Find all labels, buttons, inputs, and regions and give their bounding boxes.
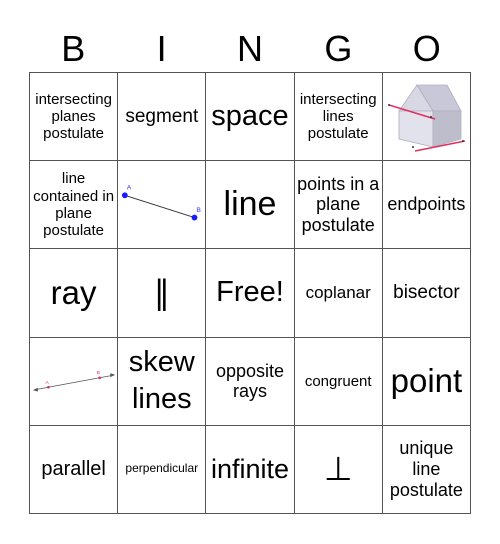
cell-text: opposite rays xyxy=(215,360,285,402)
cell-text: segment xyxy=(125,105,199,127)
point-label: A xyxy=(46,380,50,386)
bingo-cell[interactable]: unique line postulate xyxy=(382,425,471,514)
cell-text: infinite xyxy=(210,453,290,484)
cell-text: line contained in plane postulate xyxy=(33,170,115,240)
bingo-cell[interactable]: endpoints xyxy=(382,161,471,250)
bingo-cell[interactable]: coplanar xyxy=(294,249,383,338)
bingo-cell[interactable] xyxy=(382,73,471,162)
cell-text: ⊥ xyxy=(323,450,353,488)
bingo-cell[interactable]: point xyxy=(382,337,471,426)
cell-text: bisector xyxy=(393,282,460,304)
bingo-cell[interactable]: bisector xyxy=(382,249,471,338)
cell-text: endpoints xyxy=(387,194,466,215)
cell-text: coplanar xyxy=(305,283,371,303)
header-letter-o: O xyxy=(412,28,441,69)
bingo-cell[interactable]: intersecting planes postulate xyxy=(30,73,119,162)
bingo-cell[interactable]: A B xyxy=(30,337,119,426)
bingo-cell[interactable]: line contained in plane postulate xyxy=(30,161,119,250)
bingo-cell[interactable]: intersecting lines postulate xyxy=(294,73,383,162)
bingo-cell[interactable]: ⊥ xyxy=(294,425,383,514)
cell-text: congruent xyxy=(304,372,372,390)
cell-text: Free! xyxy=(216,276,284,309)
bingo-header: B I N G O xyxy=(29,26,471,72)
bingo-cell[interactable]: space xyxy=(206,73,295,162)
bingo-cell[interactable]: congruent xyxy=(294,337,383,426)
point-label: A xyxy=(127,184,132,191)
bingo-cell[interactable]: parallel xyxy=(30,425,119,514)
bingo-grid: intersecting planes postulate segment sp… xyxy=(29,72,471,514)
bingo-cell[interactable]: skew lines xyxy=(118,337,207,426)
header-letter-b: B xyxy=(61,28,86,69)
cell-text: perpendicular xyxy=(125,461,199,476)
header-letter-n: N xyxy=(236,28,263,69)
bingo-cell[interactable]: Free! xyxy=(206,249,295,338)
bingo-cell[interactable]: infinite xyxy=(206,425,295,514)
line-ab-diagram-icon: A B xyxy=(32,370,116,392)
bingo-cell[interactable]: segment xyxy=(118,73,207,162)
bingo-cell[interactable]: perpendicular xyxy=(118,425,207,514)
point-label: B xyxy=(97,370,100,376)
point-label: B xyxy=(197,207,202,214)
header-letter-i: I xyxy=(156,28,167,69)
cell-text: intersecting lines postulate xyxy=(299,90,377,143)
cell-text: line xyxy=(223,185,277,224)
cell-text: intersecting planes postulate xyxy=(35,90,112,143)
cell-text: parallel xyxy=(41,457,106,480)
segment-ab-diagram-icon: A B xyxy=(122,184,202,221)
cell-text: points in a plane postulate xyxy=(297,173,380,236)
header-letter-g: G xyxy=(324,28,353,69)
bingo-cell[interactable]: line xyxy=(206,161,295,250)
bingo-cell[interactable]: ∥ xyxy=(118,249,207,338)
house-plane-diagram-icon xyxy=(388,83,466,152)
cell-text: ∥ xyxy=(153,274,171,312)
cell-text: unique line postulate xyxy=(389,438,463,500)
bingo-cell[interactable]: ray xyxy=(30,249,119,338)
bingo-cell[interactable]: points in a plane postulate xyxy=(294,161,383,250)
bingo-cell[interactable]: A B xyxy=(118,161,207,250)
cell-text: skew lines xyxy=(128,345,195,416)
cell-text: point xyxy=(390,362,463,400)
cell-text: space xyxy=(211,99,289,132)
bingo-cell[interactable]: opposite rays xyxy=(206,337,295,426)
cell-text: ray xyxy=(50,274,97,312)
